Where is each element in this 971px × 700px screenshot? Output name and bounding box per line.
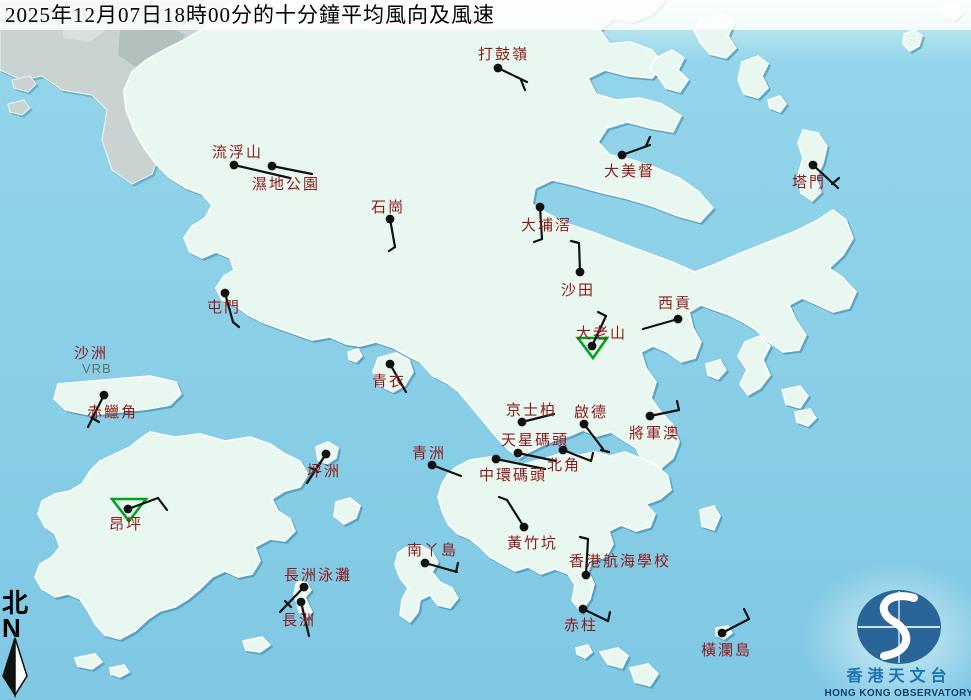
wind-map-screen: 打鼓嶺流浮山濕地公園石崗 大美督塔門大埔滘沙田西貢大老山 屯門沙洲VRB 赤鱲角 青衣京… <box>0 0 971 700</box>
station-dot <box>386 360 395 369</box>
station-label: 青衣 <box>372 373 406 390</box>
station-dot <box>809 161 818 170</box>
station-dot <box>520 523 529 532</box>
station-dot <box>221 289 230 298</box>
station-note-vrb: VRB <box>82 361 112 376</box>
station-dot <box>588 342 597 351</box>
station-dot <box>494 64 503 73</box>
station-label: 黃竹坑 <box>507 535 558 552</box>
station-label: 大美督 <box>604 163 655 180</box>
station-label: 北角 <box>547 457 581 474</box>
station-label: 塔門 <box>792 174 826 191</box>
station-label: 中環碼頭 <box>479 467 547 484</box>
station-dot <box>124 505 133 514</box>
station-label: 橫瀾島 <box>701 642 752 659</box>
station-dot <box>559 446 568 455</box>
station-label: 坪洲 <box>307 463 341 480</box>
station-label: 屯門 <box>207 299 241 316</box>
station-dot <box>100 391 109 400</box>
station-dot <box>582 571 591 580</box>
compass-letter: N <box>2 613 21 643</box>
station-dot <box>322 450 331 459</box>
station-label: 青洲 <box>412 445 446 462</box>
station-label: 大老山 <box>576 325 627 342</box>
station-label: 流浮山 <box>212 144 263 161</box>
station-dot <box>576 268 585 277</box>
station-label: 大埔滘 <box>521 217 572 234</box>
station-dot <box>646 412 655 421</box>
station-label: 長洲泳灘 <box>284 567 352 584</box>
station-label: 京士柏 <box>506 402 557 419</box>
station-dot <box>230 161 239 170</box>
station-dot <box>297 598 306 607</box>
station-label: 天星碼頭 <box>501 432 569 449</box>
station-label: 昂坪 <box>109 516 143 533</box>
station-label: 將軍澳 <box>629 425 680 442</box>
station-label: 西貢 <box>658 296 692 312</box>
station-label: 南丫島 <box>407 542 458 559</box>
station-dot <box>718 629 727 638</box>
station-label: 赤鱲角 <box>87 404 138 421</box>
station-dot <box>618 151 627 160</box>
station-label: 石崗 <box>371 199 405 216</box>
station-label: 啟德 <box>574 403 608 421</box>
station-dot <box>674 315 683 324</box>
station-dot <box>421 559 430 568</box>
station-dot <box>579 605 588 614</box>
hko-logo-name-zh: 香港天文台 <box>845 666 951 685</box>
map-title: 2025年12月07日18時00分的十分鐘平均風向及風速 <box>0 0 971 30</box>
station-dot <box>268 162 277 171</box>
station-label: 香港航海學校 <box>569 552 671 570</box>
station-label: 長洲 <box>282 613 316 629</box>
hko-logo-name-en: HONG KONG OBSERVATORY <box>825 688 971 699</box>
station-label: 赤柱 <box>564 617 598 634</box>
station-dot <box>536 203 545 212</box>
station-label: 沙田 <box>561 283 595 299</box>
station-dot <box>492 455 501 464</box>
map-canvas: 打鼓嶺流浮山濕地公園石崗 大美督塔門大埔滘沙田西貢大老山 屯門沙洲VRB 赤鱲角 青衣京… <box>0 0 971 700</box>
station-label: 沙洲 <box>74 346 108 362</box>
station-dot <box>514 449 523 458</box>
station-label: 濕地公園 <box>252 176 320 193</box>
station-label: 打鼓嶺 <box>478 46 529 63</box>
